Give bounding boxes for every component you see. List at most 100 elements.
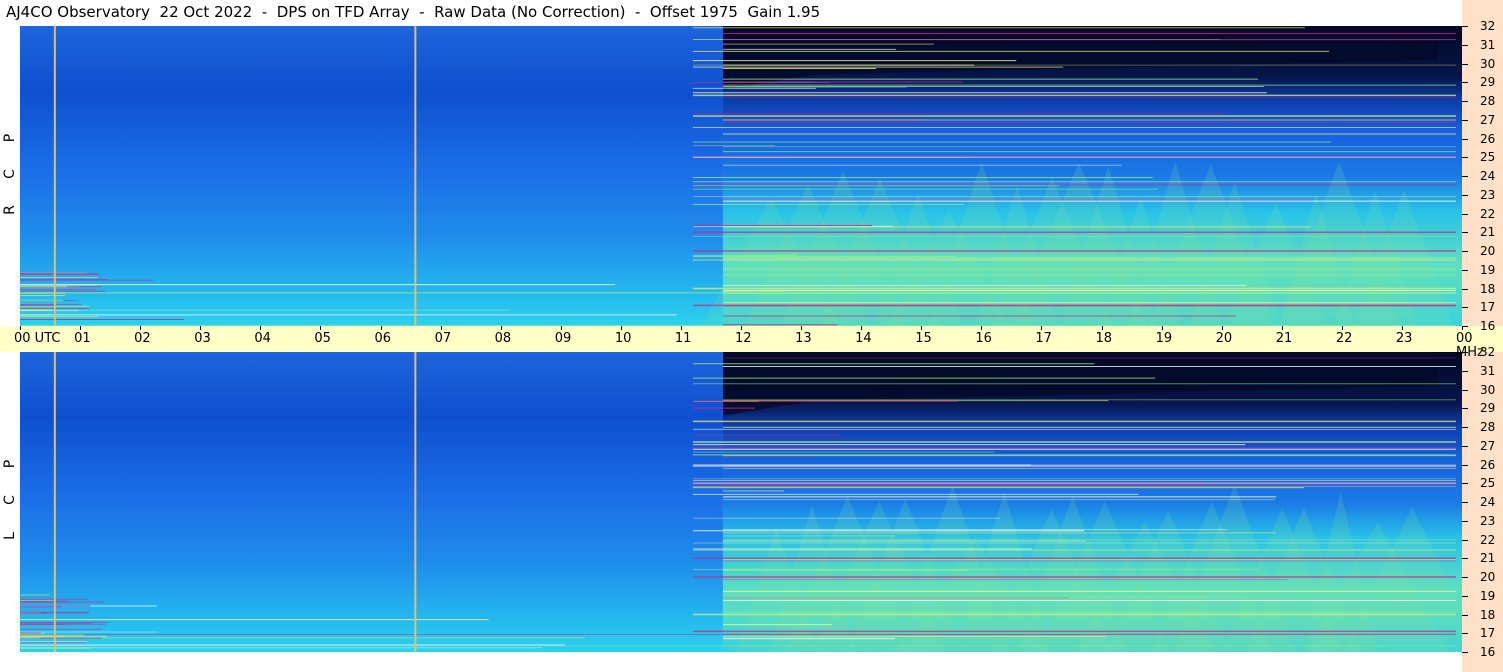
freq-tick-mark: [1462, 595, 1468, 597]
freq-tick-mark: [1462, 82, 1468, 84]
utc-tick-label: 11: [674, 331, 692, 346]
utc-tick-mark: [380, 326, 382, 330]
utc-tick-mark: [801, 326, 803, 330]
freq-tick-label: 23: [1480, 513, 1496, 528]
freq-tick-mark: [1462, 483, 1468, 485]
utc-tick-label: 14: [855, 331, 872, 346]
utc-tick-mark: [1101, 326, 1103, 330]
rcp-letter-r: R: [2, 205, 18, 215]
freq-tick-mark: [1462, 614, 1468, 616]
utc-tick-mark: [1161, 326, 1163, 330]
utc-tick-label: 18: [1095, 331, 1113, 346]
utc-tick-mark: [20, 326, 21, 330]
freq-tick-mark: [1462, 138, 1468, 140]
utc-tick-label: 19: [1155, 331, 1173, 346]
freq-tick-mark: [1462, 652, 1468, 653]
freq-tick-label: 31: [1480, 37, 1496, 52]
utc-tick-label: 22: [1335, 331, 1353, 346]
utc-tick-label: 05: [314, 331, 331, 346]
utc-tick-mark: [680, 326, 682, 330]
lcp-letter-c: C: [2, 495, 18, 505]
freq-tick-label: 24: [1480, 169, 1496, 183]
freq-tick-mark: [1462, 389, 1468, 391]
freq-tick-label: 25: [1480, 150, 1496, 165]
utc-tick-mark: [320, 326, 322, 330]
freq-tick-label: 26: [1480, 131, 1496, 146]
freq-tick-label: 21: [1480, 551, 1496, 566]
utc-tick-mark: [200, 326, 202, 330]
utc-tick-label: 01: [74, 331, 91, 346]
freq-tick-label: 26: [1480, 457, 1496, 472]
night-background: [20, 352, 723, 652]
utc-tick-mark: [560, 326, 562, 330]
utc-tick-label: 07: [434, 331, 452, 346]
freq-tick-label: 21: [1480, 225, 1496, 240]
utc-tick-mark: [1281, 326, 1283, 330]
freq-tick-mark: [1462, 157, 1468, 159]
freq-tick-mark: [1462, 539, 1468, 541]
freq-tick-mark: [1462, 213, 1468, 215]
freq-tick-label: 28: [1480, 420, 1496, 434]
freq-tick-label: 16: [1480, 319, 1496, 333]
freq-tick-mark: [1462, 26, 1468, 27]
freq-tick-mark: [1462, 251, 1468, 252]
freq-tick-mark: [1462, 558, 1468, 560]
freq-tick-label: 31: [1480, 363, 1496, 378]
freq-tick-mark: [1462, 63, 1468, 65]
lcp-side-label: P C L: [0, 352, 20, 672]
freq-tick-label: 27: [1480, 438, 1496, 453]
freq-tick-label: 22: [1480, 206, 1496, 221]
freq-tick-mark: [1462, 370, 1468, 372]
utc-tick-mark: [921, 326, 923, 330]
utc-tick-mark: [1401, 326, 1403, 330]
freq-tick-label: 30: [1480, 56, 1496, 71]
bottom-margin: [0, 652, 1462, 672]
lcp-spectrogram: [20, 352, 1462, 652]
utc-tick-label: 00 UTC: [14, 331, 61, 346]
freq-tick-label: 23: [1480, 187, 1496, 202]
utc-tick-mark: [1221, 326, 1223, 330]
utc-tick-label: 03: [194, 331, 211, 346]
freq-tick-label: 19: [1480, 262, 1496, 277]
utc-tick-label: 08: [494, 331, 512, 346]
utc-tick-label: 17: [1035, 331, 1052, 346]
freq-tick-label: 22: [1480, 532, 1496, 547]
lcp-letter-l: L: [2, 532, 18, 540]
rcp-spectrogram: [20, 26, 1462, 326]
freq-tick-mark: [1462, 194, 1468, 196]
freq-tick-label: 19: [1480, 588, 1496, 603]
utc-tick-label: 12: [735, 331, 752, 346]
freq-tick-mark: [1462, 502, 1468, 503]
freq-tick-label: 25: [1480, 476, 1496, 491]
utc-tick-mark: [1041, 326, 1043, 330]
freq-tick-label: 20: [1480, 244, 1496, 258]
freq-tick-label: 18: [1480, 281, 1496, 296]
utc-tick-mark: [140, 326, 142, 330]
chart-title: AJ4CO Observatory 22 Oct 2022 - DPS on T…: [6, 3, 821, 21]
utc-tick-mark: [861, 326, 863, 330]
utc-tick-label: 10: [614, 331, 632, 346]
utc-tick-mark: [620, 326, 622, 330]
freq-tick-label: 20: [1480, 570, 1496, 584]
freq-tick-mark: [1462, 445, 1468, 447]
rcp-letter-c: C: [2, 169, 18, 179]
freq-tick-mark: [1462, 269, 1468, 271]
rcp-letter-p: P: [2, 133, 18, 143]
freq-tick-label: 29: [1480, 75, 1496, 90]
utc-tick-label: 16: [975, 331, 992, 346]
utc-tick-mark: [741, 326, 742, 330]
freq-tick-mark: [1462, 44, 1468, 46]
utc-tick-mark: [80, 326, 82, 330]
lcp-letter-p: P: [2, 459, 18, 469]
freq-tick-label: 24: [1480, 495, 1496, 509]
freq-tick-label: 16: [1480, 645, 1496, 659]
utc-tick-label: 02: [134, 331, 151, 346]
freq-tick-label: 32: [1480, 345, 1496, 359]
freq-tick-label: 30: [1480, 382, 1496, 397]
night-background: [20, 26, 723, 326]
freq-tick-label: 18: [1480, 607, 1496, 622]
utc-tick-label: 21: [1275, 331, 1293, 346]
freq-tick-label: 17: [1480, 300, 1496, 315]
freq-tick-label: 17: [1480, 626, 1496, 641]
title-bar: AJ4CO Observatory 22 Oct 2022 - DPS on T…: [0, 0, 1462, 26]
